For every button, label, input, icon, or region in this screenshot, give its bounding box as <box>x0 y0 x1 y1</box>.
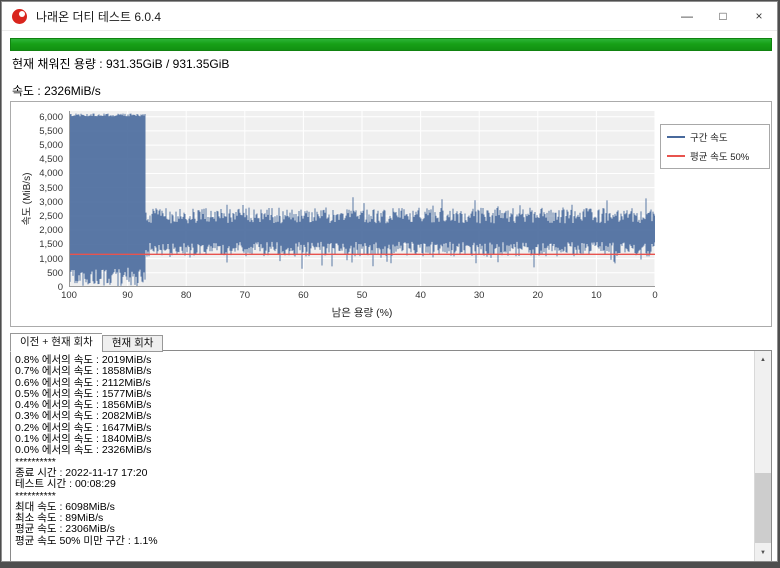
maximize-button[interactable]: □ <box>705 2 741 30</box>
speed-status-text: 속도 : 2326MiB/s <box>12 84 101 98</box>
x-tick-label: 90 <box>122 290 133 301</box>
log-line[interactable]: 테스트 시간 : 00:08:29 <box>15 478 751 490</box>
log-line[interactable]: 최소 속도 : 89MiB/s <box>15 512 751 524</box>
x-tick-label: 40 <box>415 290 426 301</box>
chart-legend: 구간 속도 평균 속도 50% <box>660 124 770 169</box>
interval-speed-line-swatch <box>667 136 685 138</box>
x-tick-label: 30 <box>473 290 485 301</box>
speed-chart: 속도 (MiB/s) 남은 용량 (%) 0 500 1,000 1,500 2,000… <box>10 101 772 327</box>
app-window: 나래온 더티 테스트 6.0.4 — □ × 현재 채워진 용량 : 931.3… <box>1 1 778 562</box>
x-tick-label: 70 <box>239 290 251 301</box>
fill-progress-bar <box>10 38 772 51</box>
log-line[interactable]: 0.7% 에서의 속도 : 1858MiB/s <box>15 365 751 377</box>
x-tick-label: 100 <box>61 290 77 301</box>
log-lines-container: 0.8% 에서의 속도 : 2019MiB/s 0.7% 에서의 속도 : 185… <box>15 354 751 547</box>
chart-plot-area <box>69 111 655 287</box>
window-title: 나래온 더티 테스트 6.0.4 <box>36 9 162 24</box>
scrollbar-thumb[interactable] <box>755 473 771 543</box>
x-tick-label: 60 <box>298 290 309 301</box>
log-line[interactable]: ********** <box>15 490 751 502</box>
log-line[interactable]: 평균 속도 50% 미만 구간 : 1.1% <box>15 535 751 547</box>
log-line[interactable]: 최대 속도 : 6098MiB/s <box>15 501 751 513</box>
tab-previous-plus-current-round[interactable]: 이전 + 현재 회차 <box>10 333 102 352</box>
average-speed-line-swatch <box>667 155 685 157</box>
scroll-up-icon[interactable]: ▲ <box>755 351 771 368</box>
legend-item-interval-speed: 구간 속도 <box>667 130 763 144</box>
legend-label: 구간 속도 <box>690 133 728 144</box>
window-controls: — □ × <box>669 2 777 30</box>
x-tick-label: 20 <box>532 290 544 301</box>
log-line[interactable]: 종료 시간 : 2022-11-17 17:20 <box>15 467 751 479</box>
close-button[interactable]: × <box>741 2 777 30</box>
x-tick-label: 0 <box>652 290 658 301</box>
tab-current-round[interactable]: 현재 회차 <box>101 335 164 352</box>
minimize-button[interactable]: — <box>669 2 705 30</box>
x-tick-label: 50 <box>356 290 368 301</box>
x-axis-title: 남은 용량 (%) <box>331 307 393 319</box>
y-axis-title: 속도 (MiB/s) <box>22 172 33 226</box>
result-tabs: 이전 + 현재 회차 현재 회차 <box>10 333 164 352</box>
scroll-down-icon[interactable]: ▼ <box>755 544 771 561</box>
log-scrollbar[interactable]: ▲ ▼ <box>754 351 771 561</box>
log-line[interactable]: 0.0% 에서의 속도 : 2326MiB/s <box>15 445 751 457</box>
result-log-listbox[interactable]: 0.8% 에서의 속도 : 2019MiB/s 0.7% 에서의 속도 : 185… <box>10 350 772 562</box>
app-logo-icon <box>12 8 27 24</box>
x-tick-label: 80 <box>180 290 192 301</box>
title-bar[interactable]: 나래온 더티 테스트 6.0.4 — □ × <box>2 2 777 31</box>
legend-item-average-speed: 평균 속도 50% <box>667 149 763 163</box>
x-tick-label: 10 <box>591 290 602 301</box>
capacity-status-text: 현재 채워진 용량 : 931.35GiB / 931.35GiB <box>12 57 230 71</box>
legend-label: 평균 속도 50% <box>690 152 750 163</box>
